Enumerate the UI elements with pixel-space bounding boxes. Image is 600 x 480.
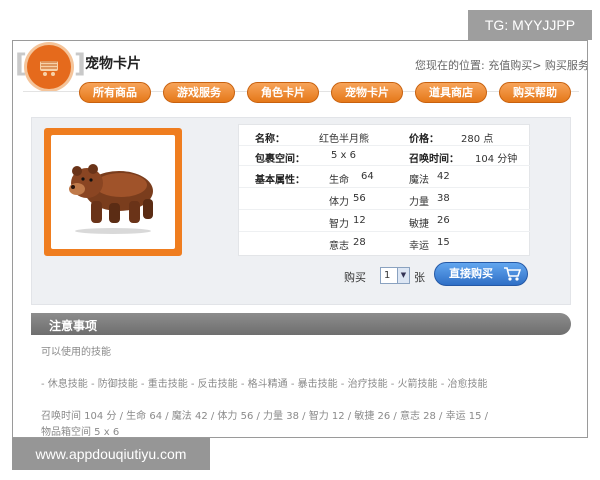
quantity-value: 1	[384, 270, 391, 281]
bag-space-value: 5 x 6	[331, 150, 356, 161]
buy-label: 购买	[344, 271, 366, 284]
notes-header: 注意事项	[31, 313, 571, 335]
skills-list: - 休息技能 - 防御技能 - 重击技能 - 反击技能 - 格斗精通 - 暴击技…	[41, 379, 488, 390]
stat-value: 28	[353, 237, 366, 248]
stat-value: 15	[437, 237, 450, 248]
stat-value: 38	[437, 193, 450, 204]
summon-time-label: 召唤时间：	[409, 154, 459, 165]
nav-pet-card-button[interactable]: 宠物卡片	[331, 82, 403, 103]
notes-title: 注意事项	[49, 319, 98, 333]
nav-help-button[interactable]: 购买帮助	[499, 82, 571, 103]
summon-time-value: 104 分钟	[475, 154, 518, 165]
stat-name: 魔法	[409, 175, 429, 186]
watermark-bottom: www.appdouqiutiyu.com	[12, 438, 210, 470]
pet-image	[51, 135, 175, 249]
bear-icon	[69, 164, 153, 234]
stat-name: 意志	[329, 241, 349, 252]
pet-summary-bag: 物品箱空间 5 x 6	[41, 427, 120, 438]
watermark-top: TG: MYYJJPP	[468, 10, 592, 40]
cart-icon	[40, 61, 58, 76]
buy-now-button[interactable]: 直接购买	[434, 262, 528, 286]
stat-name: 智力	[329, 219, 349, 230]
product-panel: 名称： 红色半月熊 价格： 280 点 包裹空间： 5 x 6 召唤时间： 10…	[31, 117, 571, 305]
header: [ ] 宠物卡片 您现在的位置: 充值购买> 购买服务 所有商品 游戏服务 角色…	[13, 41, 587, 119]
bag-space-label: 包裹空间：	[255, 154, 305, 165]
quantity-select[interactable]: 1 ▼	[380, 267, 410, 284]
usable-skills-heading: 可以使用的技能	[41, 347, 111, 358]
stat-value: 56	[353, 193, 366, 204]
price-label: 价格：	[409, 134, 439, 145]
page-frame: [ ] 宠物卡片 您现在的位置: 充值购买> 购买服务 所有商品 游戏服务 角色…	[12, 40, 588, 438]
breadcrumb[interactable]: 您现在的位置: 充值购买> 购买服务	[415, 57, 587, 73]
nav-item-shop-button[interactable]: 道具商店	[415, 82, 487, 103]
page-title: 宠物卡片	[85, 56, 141, 72]
pet-image-frame	[44, 128, 182, 256]
bracket-left-decoration: [	[15, 49, 27, 79]
nav-character-card-button[interactable]: 角色卡片	[247, 82, 319, 103]
price-value: 280 点	[461, 134, 494, 145]
nav-game-service-button[interactable]: 游戏服务	[163, 82, 235, 103]
stat-name: 力量	[409, 197, 429, 208]
cart-icon	[504, 267, 521, 281]
quantity-unit: 张	[414, 271, 425, 284]
stat-value: 42	[437, 171, 450, 182]
name-label: 名称：	[255, 134, 285, 145]
pet-summary-stats: 召唤时间 104 分 / 生命 64 / 魔法 42 / 体力 56 / 力量 …	[41, 411, 489, 422]
stat-name: 敏捷	[409, 219, 429, 230]
stat-name: 幸运	[409, 241, 429, 252]
shop-logo	[27, 45, 71, 89]
base-attributes-label: 基本属性：	[255, 175, 305, 186]
stat-value: 12	[353, 215, 366, 226]
pet-info-table: 名称： 红色半月熊 价格： 280 点 包裹空间： 5 x 6 召唤时间： 10…	[238, 124, 531, 256]
buy-now-label: 直接购买	[449, 267, 493, 280]
stat-name: 体力	[329, 197, 349, 208]
nav-all-items-button[interactable]: 所有商品	[79, 82, 151, 103]
stat-value: 64	[361, 171, 374, 182]
stat-value: 26	[437, 215, 450, 226]
name-value: 红色半月熊	[319, 134, 369, 145]
stat-name: 生命	[329, 175, 349, 186]
chevron-down-icon[interactable]: ▼	[397, 268, 409, 283]
